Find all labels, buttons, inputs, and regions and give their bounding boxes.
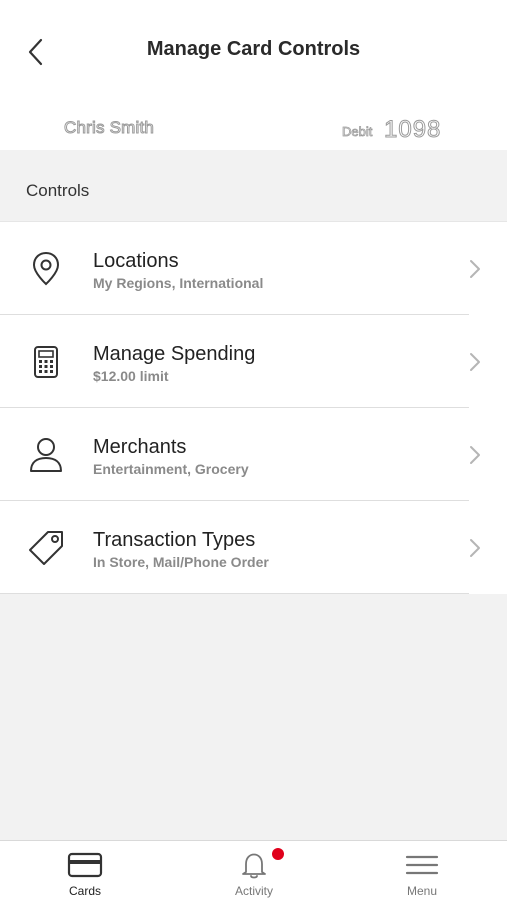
control-label: Locations xyxy=(93,250,179,272)
control-row-merchants[interactable]: Merchants Entertainment, Grocery xyxy=(0,408,507,501)
control-row-manage-spending[interactable]: Manage Spending $12.00 limit xyxy=(0,315,507,408)
bell-icon xyxy=(242,853,266,879)
control-summary: My Regions, International xyxy=(93,275,264,291)
tab-activity[interactable]: Activity xyxy=(194,841,314,901)
row-divider xyxy=(0,593,469,594)
control-label: Merchants xyxy=(93,436,187,458)
card-summary: Chris Smith Debit 1098 xyxy=(0,112,507,150)
section-title-controls: Controls xyxy=(26,181,90,200)
hamburger-icon xyxy=(405,855,439,875)
card-type: Debit xyxy=(342,124,373,140)
controls-list: Locations My Regions, International Mana… xyxy=(0,221,507,594)
chevron-right-icon xyxy=(470,260,480,278)
card-holder-name: Chris Smith xyxy=(63,118,155,138)
tab-label: Activity xyxy=(234,884,273,898)
control-row-locations[interactable]: Locations My Regions, International xyxy=(0,222,507,315)
card-icon xyxy=(67,852,103,878)
control-summary: In Store, Mail/Phone Order xyxy=(93,554,269,570)
control-label: Manage Spending xyxy=(93,343,256,365)
calculator-icon xyxy=(26,342,66,382)
bottom-tab-bar: Cards Activity Menu xyxy=(0,840,507,901)
control-summary: $12.00 limit xyxy=(93,368,169,384)
chevron-right-icon xyxy=(470,539,480,557)
page-title: Manage Card Controls xyxy=(146,38,361,60)
control-row-transaction-types[interactable]: Transaction Types In Store, Mail/Phone O… xyxy=(0,501,507,594)
control-summary: Entertainment, Grocery xyxy=(93,461,249,477)
card-last-four: 1098 xyxy=(383,116,442,144)
tag-icon xyxy=(26,528,66,568)
tab-cards[interactable]: Cards xyxy=(25,841,145,901)
tab-label: Menu xyxy=(406,884,438,898)
chevron-right-icon xyxy=(470,446,480,464)
tab-menu[interactable]: Menu xyxy=(362,841,482,901)
header: Manage Card Controls Chris Smith Debit 1… xyxy=(0,0,507,150)
tab-label: Cards xyxy=(68,884,101,898)
chevron-right-icon xyxy=(470,353,480,371)
person-icon xyxy=(26,435,66,475)
notification-badge xyxy=(272,848,284,860)
control-label: Transaction Types xyxy=(93,529,256,551)
location-pin-icon xyxy=(26,249,66,289)
